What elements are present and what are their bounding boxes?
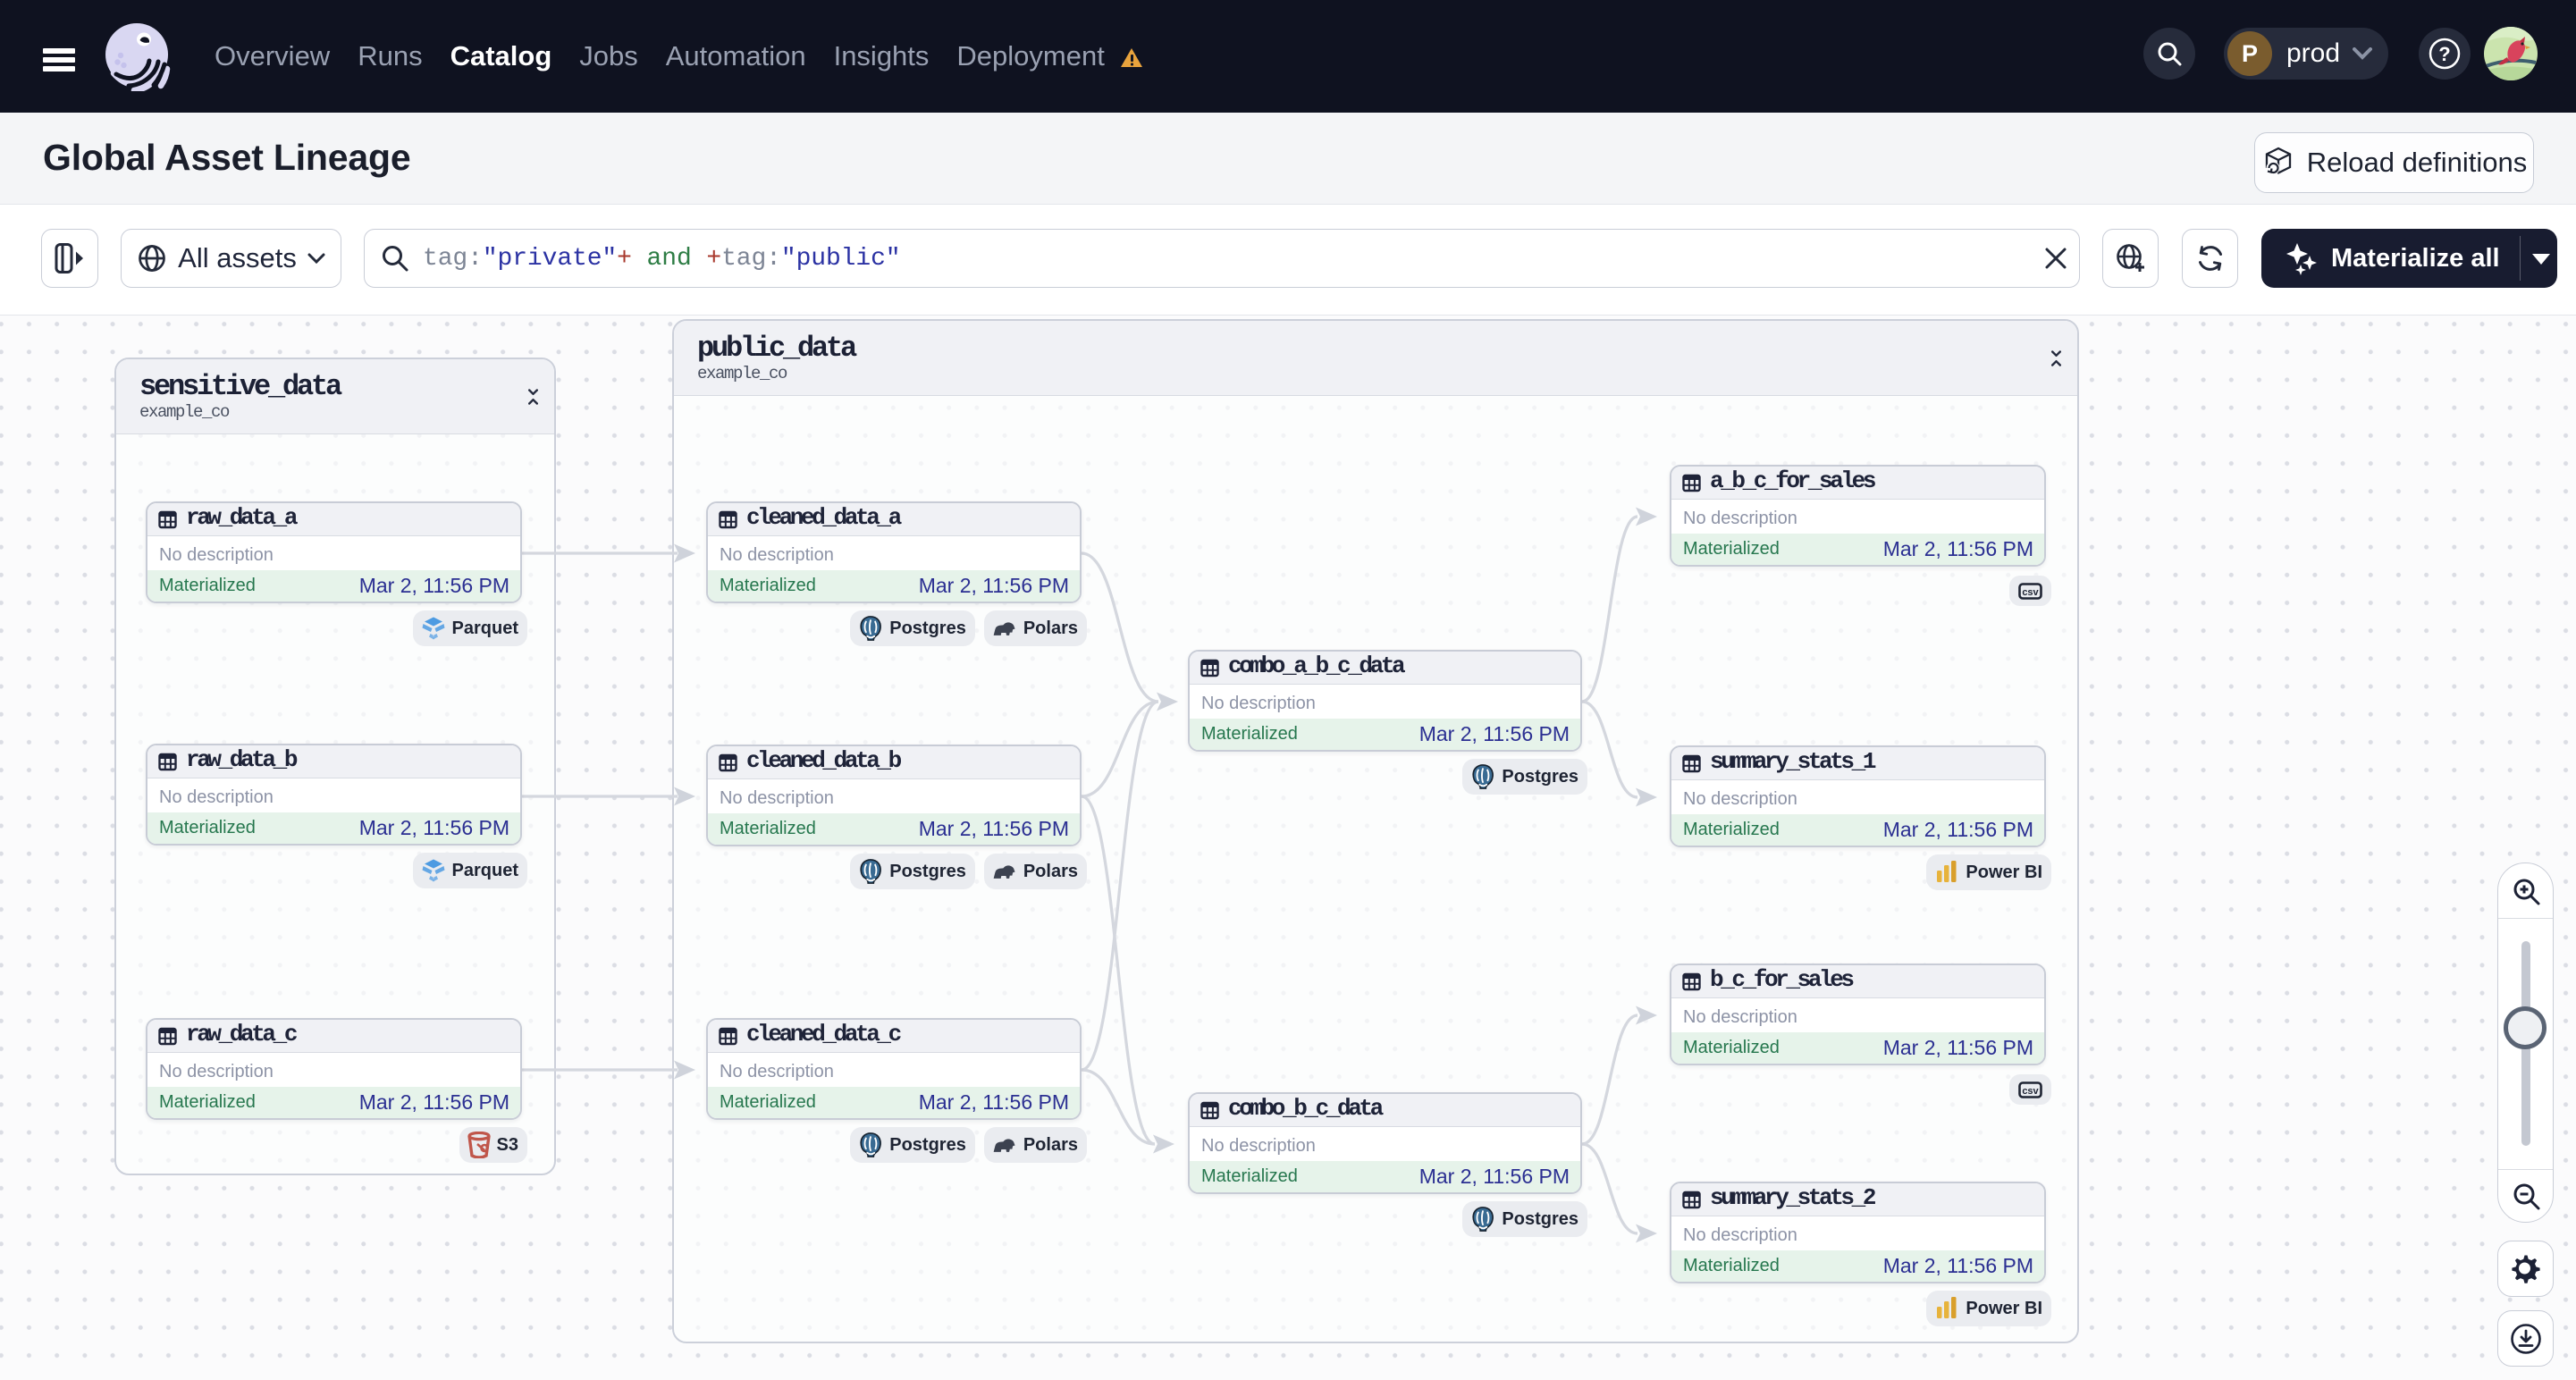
svg-text:csv: csv [2022,587,2039,598]
svg-text:csv: csv [2022,1086,2039,1097]
svg-text:?: ? [2438,43,2450,65]
